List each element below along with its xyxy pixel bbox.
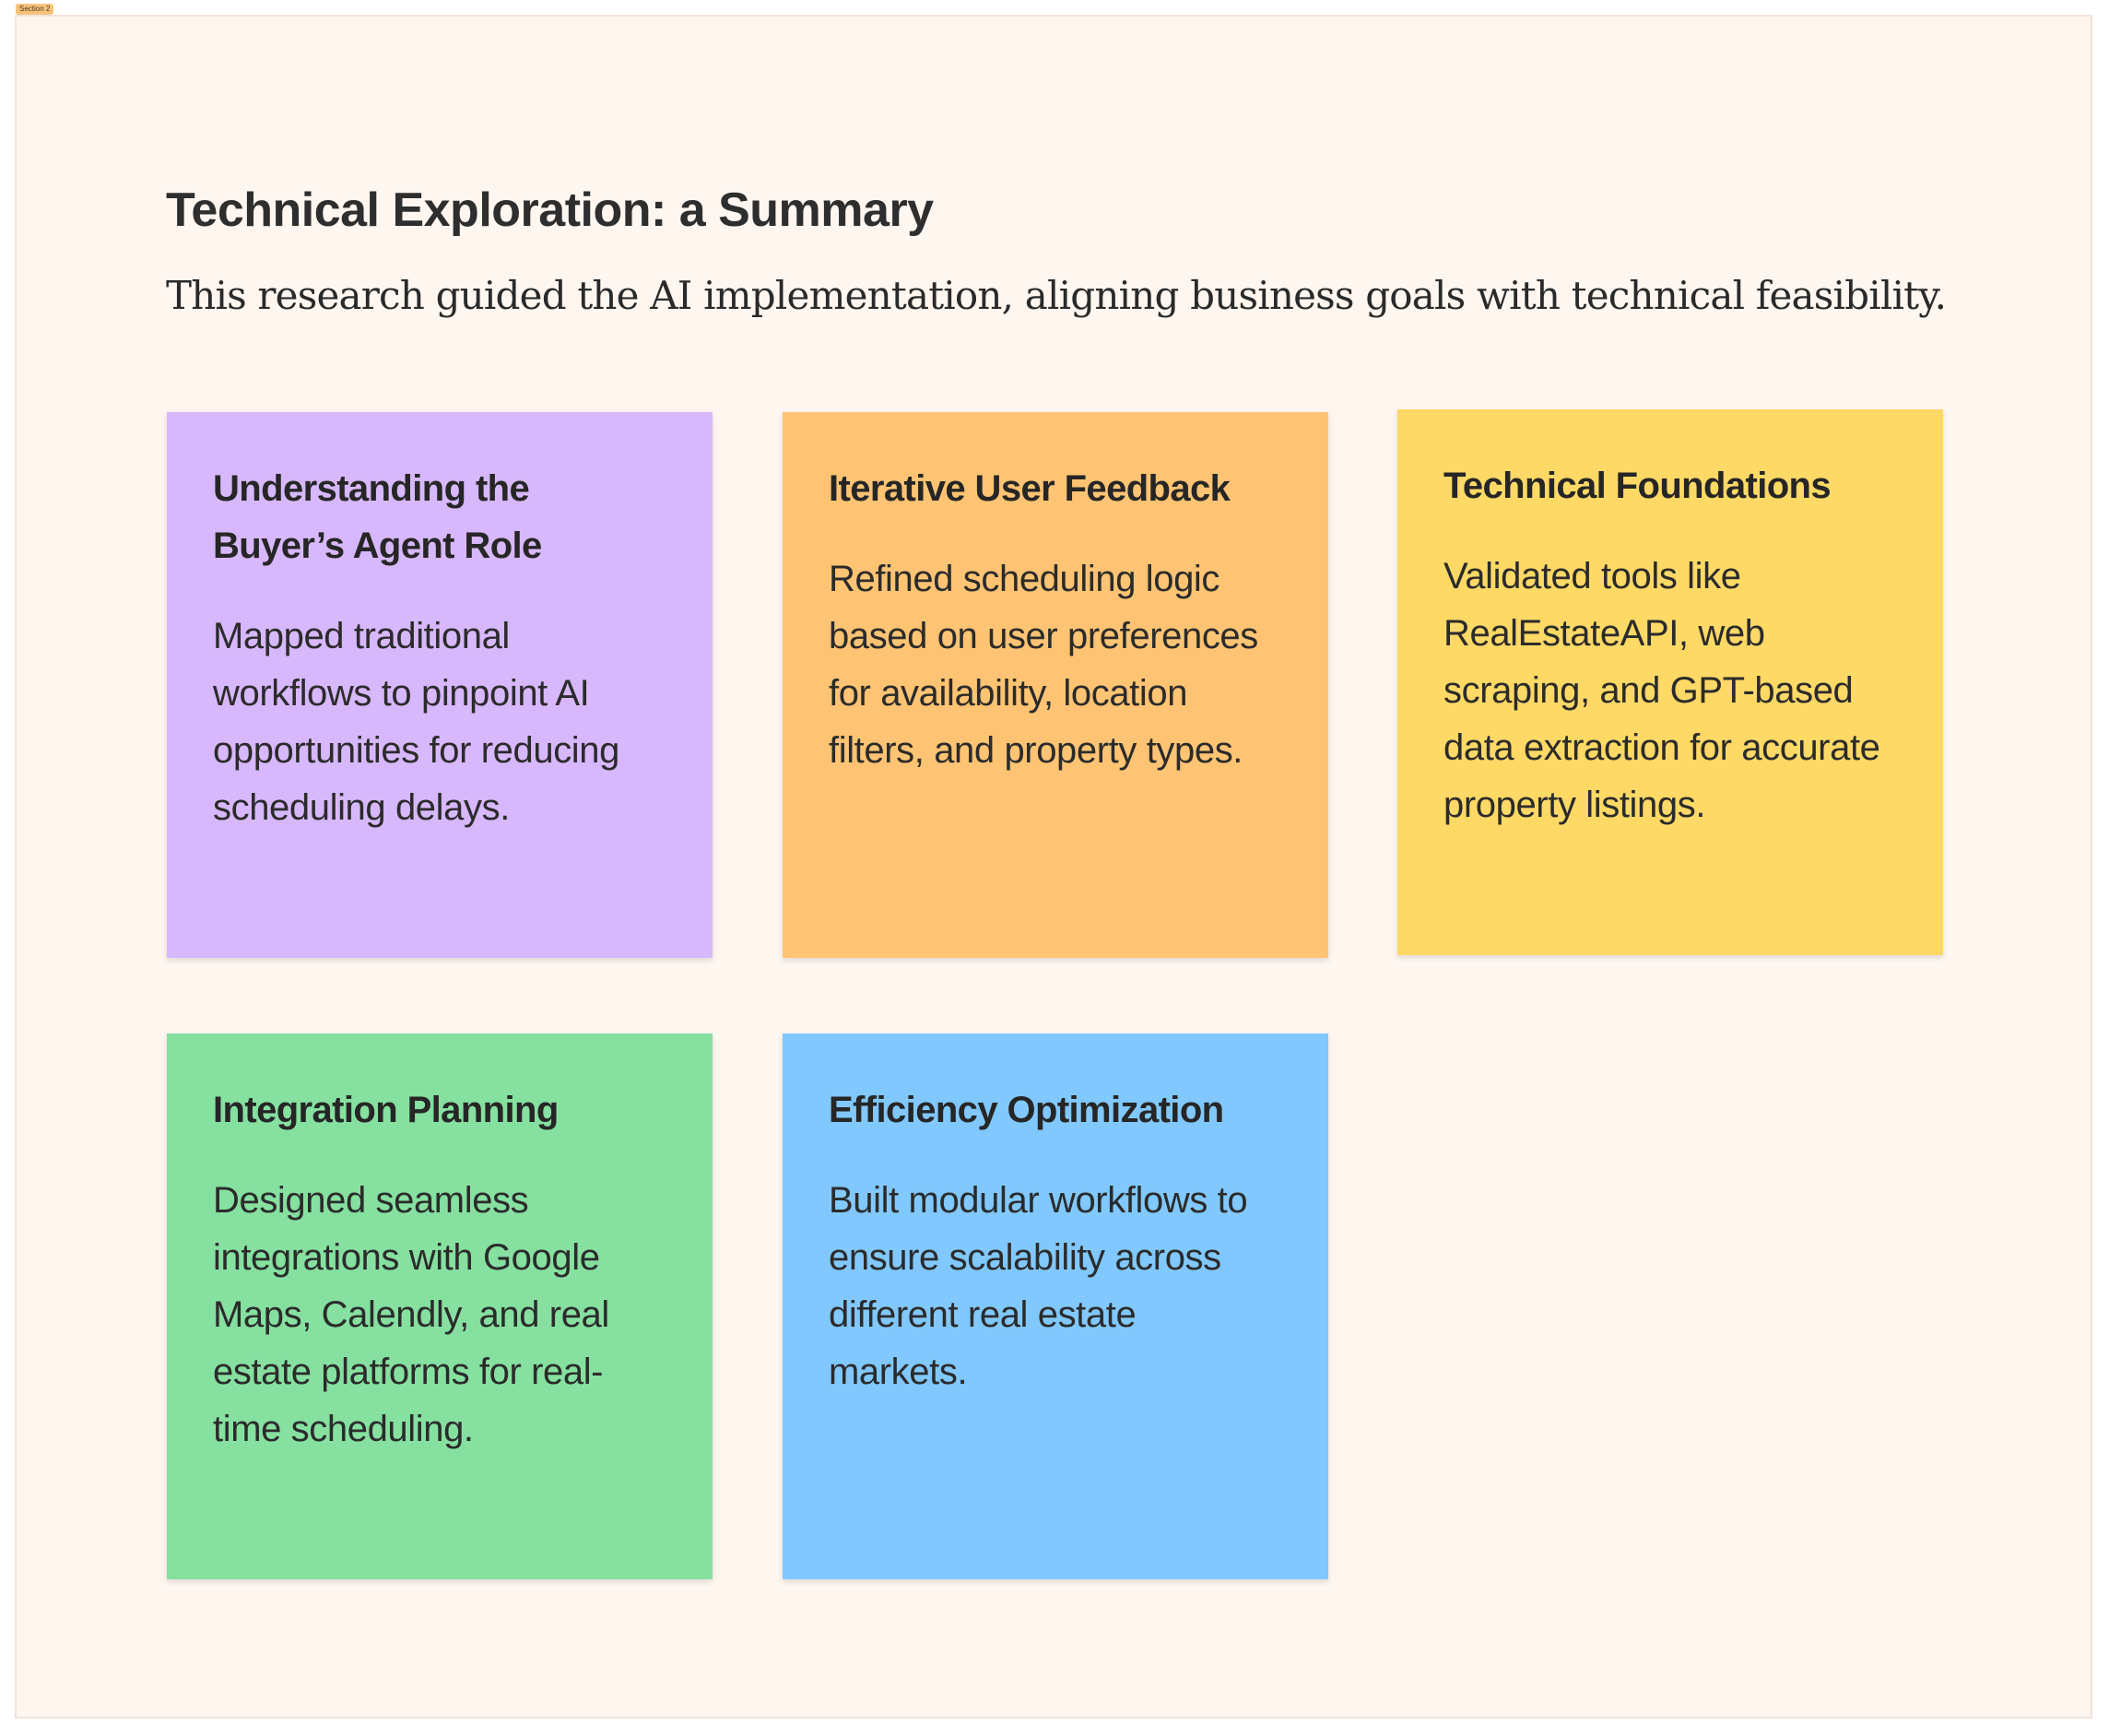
card-title: Understanding the Buyer’s Agent Role: [213, 468, 542, 566]
section-label[interactable]: Section 2: [16, 4, 54, 15]
card-title: Efficiency Optimization: [829, 1090, 1224, 1130]
card-efficiency-optimization[interactable]: Efficiency Optimization Built modular wo…: [783, 1033, 1328, 1579]
card-title: Iterative User Feedback: [829, 468, 1231, 509]
card-title: Integration Planning: [213, 1090, 559, 1130]
card-title: Technical Foundations: [1443, 466, 1832, 506]
card-iterative-user-feedback[interactable]: Iterative User Feedback Refined scheduli…: [783, 412, 1328, 958]
card-body: Validated tools like RealEstateAPI, web …: [1443, 556, 1880, 825]
card-body: Refined scheduling logic based on user p…: [829, 559, 1258, 771]
card-integration-planning[interactable]: Integration Planning Designed seamless i…: [167, 1033, 713, 1579]
card-body: Built modular workflows to ensure scalab…: [829, 1180, 1248, 1392]
page-subtitle: This research guided the AI implementati…: [166, 273, 1947, 318]
page-title: Technical Exploration: a Summary: [166, 183, 934, 237]
card-technical-foundations[interactable]: Technical Foundations Validated tools li…: [1397, 409, 1943, 955]
card-body: Mapped traditional workflows to pinpoint…: [213, 616, 619, 828]
card-body: Designed seamless integrations with Goog…: [213, 1180, 609, 1449]
card-buyers-agent-role[interactable]: Understanding the Buyer’s Agent Role Map…: [167, 412, 713, 958]
